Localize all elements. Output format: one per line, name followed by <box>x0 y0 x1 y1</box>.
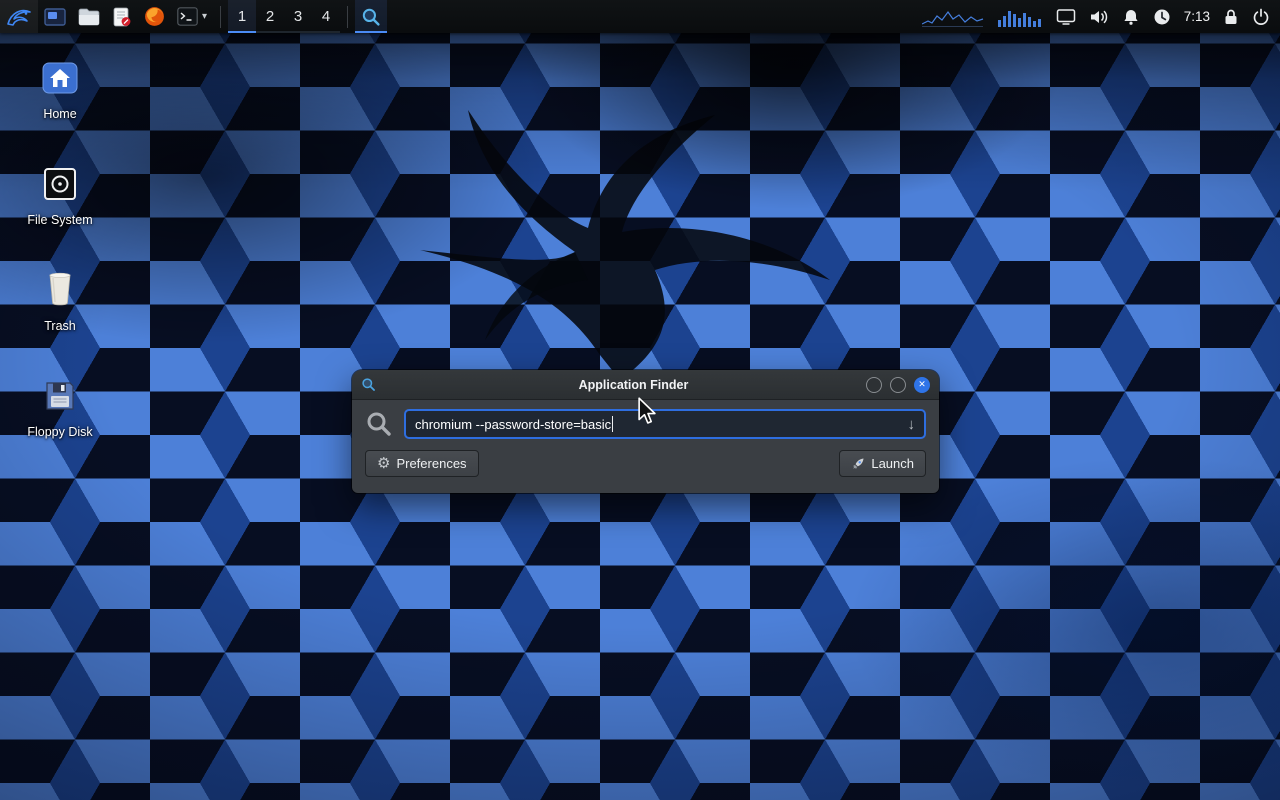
close-icon: ✕ <box>918 380 926 389</box>
desktop-icon-floppy-disk[interactable]: Floppy Disk <box>5 374 115 439</box>
mouse-cursor <box>637 397 656 425</box>
file-manager-launcher[interactable] <box>72 0 106 33</box>
text-editor-launcher[interactable] <box>106 0 138 33</box>
maximize-button[interactable] <box>890 377 906 393</box>
firefox-icon <box>144 6 165 27</box>
launch-rocket-icon <box>851 457 865 471</box>
desktop-icon <box>44 7 66 27</box>
text-editor-icon <box>112 7 132 27</box>
desktop-icon-label: Home <box>43 107 76 121</box>
desktop-icon-file-system[interactable]: File System <box>5 162 115 227</box>
window-title: Application Finder <box>401 378 866 392</box>
logout-power-icon[interactable] <box>1252 8 1270 26</box>
desktop-icon-trash[interactable]: Trash <box>5 268 115 333</box>
volume-icon[interactable] <box>1089 8 1109 26</box>
search-input-value: chromium --password-store=basic <box>415 417 611 432</box>
trash-icon <box>43 268 77 312</box>
file-system-drive-icon <box>42 162 78 206</box>
desktop-icon-label: File System <box>27 213 92 227</box>
terminal-icon <box>177 7 198 26</box>
desktop-icon-home[interactable]: Home <box>5 56 115 121</box>
top-panel: ▾ 1 2 3 4 <box>0 0 1280 33</box>
floppy-disk-icon <box>43 374 77 418</box>
kali-logo-icon <box>6 6 32 28</box>
titlebar[interactable]: Application Finder ✕ <box>352 370 939 400</box>
workspace-1[interactable]: 1 <box>228 0 256 33</box>
home-folder-icon <box>41 56 79 100</box>
show-desktop-button[interactable] <box>38 0 72 33</box>
terminal-launcher[interactable]: ▾ <box>171 0 213 33</box>
window-magnifier-icon <box>361 377 376 392</box>
workspace-1-label: 1 <box>238 8 246 25</box>
launch-button-label: Launch <box>871 456 914 471</box>
workspace-3-label: 3 <box>294 8 302 25</box>
gear-icon: ⚙ <box>377 456 390 471</box>
preferences-button-label: Preferences <box>396 456 466 471</box>
taskbar-application-finder[interactable] <box>355 0 387 33</box>
launcher-menu-chevron-icon[interactable]: ▾ <box>202 11 207 22</box>
desktop-icon-label: Trash <box>44 319 76 333</box>
kali-menu-button[interactable] <box>0 0 38 33</box>
history-dropdown-icon[interactable]: ↓ <box>908 417 916 432</box>
histogram-graph[interactable] <box>997 6 1043 28</box>
magnifier-icon <box>361 7 381 27</box>
preferences-button[interactable]: ⚙ Preferences <box>365 450 479 477</box>
workspace-2-label: 2 <box>266 8 274 25</box>
application-finder-window: Application Finder ✕ chromium --password… <box>352 370 939 493</box>
search-input[interactable]: chromium --password-store=basic ↓ <box>404 409 926 439</box>
status-update-icon[interactable] <box>1153 8 1171 26</box>
desktop-icon-label: Floppy Disk <box>27 425 92 439</box>
minimize-button[interactable] <box>866 377 882 393</box>
workspace-3[interactable]: 3 <box>284 0 312 33</box>
notifications-bell-icon[interactable] <box>1122 8 1140 26</box>
launch-button[interactable]: Launch <box>839 450 926 477</box>
workspace-4-label: 4 <box>322 8 330 25</box>
audio-spectrum-graph[interactable] <box>922 6 984 28</box>
firefox-launcher[interactable] <box>138 0 171 33</box>
close-button[interactable]: ✕ <box>914 377 930 393</box>
workspace-2[interactable]: 2 <box>256 0 284 33</box>
desktop: ▾ 1 2 3 4 <box>0 0 1280 800</box>
panel-separator <box>220 6 221 28</box>
display-settings-icon[interactable] <box>1056 8 1076 26</box>
search-icon <box>365 410 393 438</box>
clock[interactable]: 7:13 <box>1184 9 1210 24</box>
lock-screen-icon[interactable] <box>1223 8 1239 26</box>
text-caret <box>612 416 613 432</box>
panel-separator <box>347 6 348 28</box>
file-manager-icon <box>78 7 100 27</box>
workspace-4[interactable]: 4 <box>312 0 340 33</box>
